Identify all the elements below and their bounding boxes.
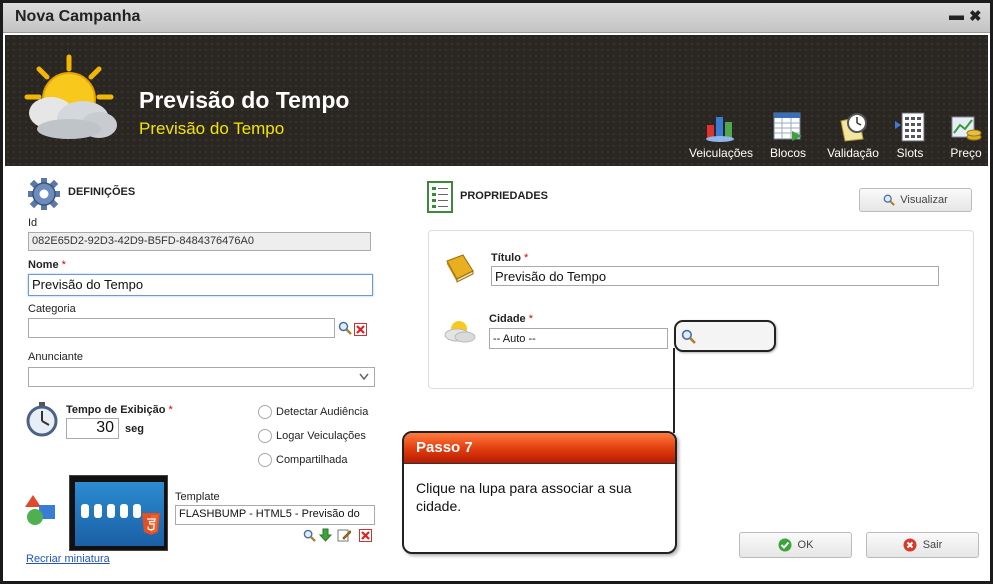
cancel-icon	[903, 538, 917, 552]
detect-audience-option[interactable]: Detectar Audiência	[258, 405, 368, 419]
city-field: -- Auto --	[489, 328, 668, 349]
edit-icon[interactable]	[337, 528, 351, 542]
name-input[interactable]: Previsão do Tempo	[28, 274, 373, 296]
category-search-icon[interactable]	[338, 321, 352, 335]
book-icon	[446, 254, 474, 283]
slots-icon	[895, 112, 925, 142]
callout-header: Passo 7	[404, 433, 675, 464]
exit-button[interactable]: Sair	[866, 532, 979, 558]
tool-label-slots: Slots	[896, 146, 924, 160]
category-input[interactable]	[28, 318, 335, 338]
tutorial-callout: Passo 7 Clique na lupa para associar a s…	[402, 431, 677, 554]
city-label-text: Cidade	[489, 313, 526, 325]
template-clear-icon[interactable]	[359, 529, 372, 542]
template-field: FLASHBUMP - HTML5 - Previsão do	[175, 505, 375, 525]
tool-label-blocos: Blocos	[769, 146, 807, 160]
callout-pointer	[673, 348, 675, 433]
title-input[interactable]: Previsão do Tempo	[491, 266, 939, 286]
exit-button-label: Sair	[922, 539, 943, 551]
campaign-title: Previsão do Tempo	[139, 87, 350, 113]
id-field: 082E65D2-92D3-42D9-B5FD-8484376476A0	[28, 232, 371, 251]
campaign-header: Previsão do Tempo Previsão do Tempo Veic…	[5, 35, 988, 166]
option-label: Logar Veiculações	[276, 430, 366, 442]
category-clear-icon[interactable]	[354, 323, 367, 336]
display-time-label-text: Tempo de Exibição	[66, 404, 166, 416]
thumbnail-screen	[75, 482, 164, 546]
gear-icon	[28, 178, 60, 210]
advertiser-label: Anunciante	[28, 351, 84, 363]
weather-icon	[24, 54, 117, 139]
preview-button[interactable]: Visualizar	[859, 188, 972, 212]
category-label: Categoria	[28, 303, 76, 315]
tool-label-veiculacoes: Veiculações	[689, 146, 754, 160]
title-label: Título *	[491, 252, 528, 264]
blocks-icon	[773, 112, 802, 141]
display-time-input[interactable]: 30	[66, 418, 119, 439]
minimize-button[interactable]: ▬	[949, 7, 964, 24]
slots-button[interactable]: Slots	[879, 111, 941, 160]
download-arrow-icon[interactable]	[319, 528, 332, 542]
city-required: *	[528, 313, 534, 325]
template-search-icon[interactable]	[303, 529, 316, 542]
radio-circle	[258, 429, 272, 443]
id-label: Id	[28, 217, 38, 229]
chevron-down-icon	[359, 373, 369, 381]
callout-text: Clique na lupa para associar a sua cidad…	[416, 480, 632, 514]
validation-clock-icon	[840, 113, 867, 142]
price-icon	[951, 116, 982, 141]
check-icon	[778, 538, 792, 552]
shared-option[interactable]: Compartilhada	[258, 453, 348, 467]
ok-button[interactable]: OK	[739, 532, 852, 558]
name-label: Nome *	[28, 259, 66, 271]
template-thumbnail[interactable]	[69, 475, 168, 551]
city-search-icon[interactable]	[681, 329, 696, 344]
validacao-button[interactable]: Validação	[822, 111, 884, 160]
tool-label-preco: Preço	[950, 146, 982, 160]
shapes-icon	[25, 495, 55, 525]
display-time-label: Tempo de Exibição *	[66, 404, 173, 416]
city-label: Cidade *	[489, 313, 533, 325]
magnifier-icon	[883, 194, 896, 206]
city-weather-icon	[444, 321, 476, 343]
option-label: Detectar Audiência	[276, 406, 369, 418]
recreate-thumbnail-link[interactable]: Recriar miniatura	[26, 553, 110, 565]
title-required: *	[524, 252, 529, 264]
campaign-subtitle: Previsão do Tempo	[139, 119, 285, 138]
html5-icon	[142, 513, 160, 535]
window-title: Nova Campanha	[15, 8, 141, 25]
preview-button-label: Visualizar	[900, 194, 948, 206]
advertiser-select[interactable]	[28, 367, 375, 387]
option-label: Compartilhada	[276, 454, 348, 466]
stopwatch-icon	[26, 402, 58, 437]
veiculacoes-button[interactable]: Veiculações	[689, 111, 754, 160]
ok-button-label: OK	[797, 539, 814, 551]
name-label-text: Nome	[28, 259, 59, 271]
display-time-required: *	[168, 404, 173, 416]
log-placements-option[interactable]: Logar Veiculações	[258, 429, 366, 443]
properties-title: PROPRIEDADES	[460, 190, 549, 202]
close-button[interactable]: ✖	[969, 7, 982, 25]
tool-label-validacao: Validação	[827, 146, 879, 160]
required-mark: *	[61, 259, 66, 271]
campaign-window: Nova Campanha ▬ ✖ Previsão do Tempo Prev…	[0, 0, 993, 584]
radio-circle	[258, 453, 272, 467]
display-time-unit: seg	[125, 423, 144, 435]
template-label: Template	[175, 491, 220, 503]
preco-button[interactable]: Preço	[935, 111, 993, 160]
chart-icon	[706, 117, 734, 142]
radio-circle	[258, 405, 272, 419]
city-search-bubble	[674, 320, 776, 352]
properties-list-icon	[427, 181, 453, 213]
blocos-button[interactable]: Blocos	[757, 111, 819, 160]
title-bar: Nova Campanha ▬ ✖	[3, 3, 990, 33]
definitions-title: DEFINIÇÕES	[68, 186, 136, 198]
title-label-text: Título	[491, 252, 521, 264]
